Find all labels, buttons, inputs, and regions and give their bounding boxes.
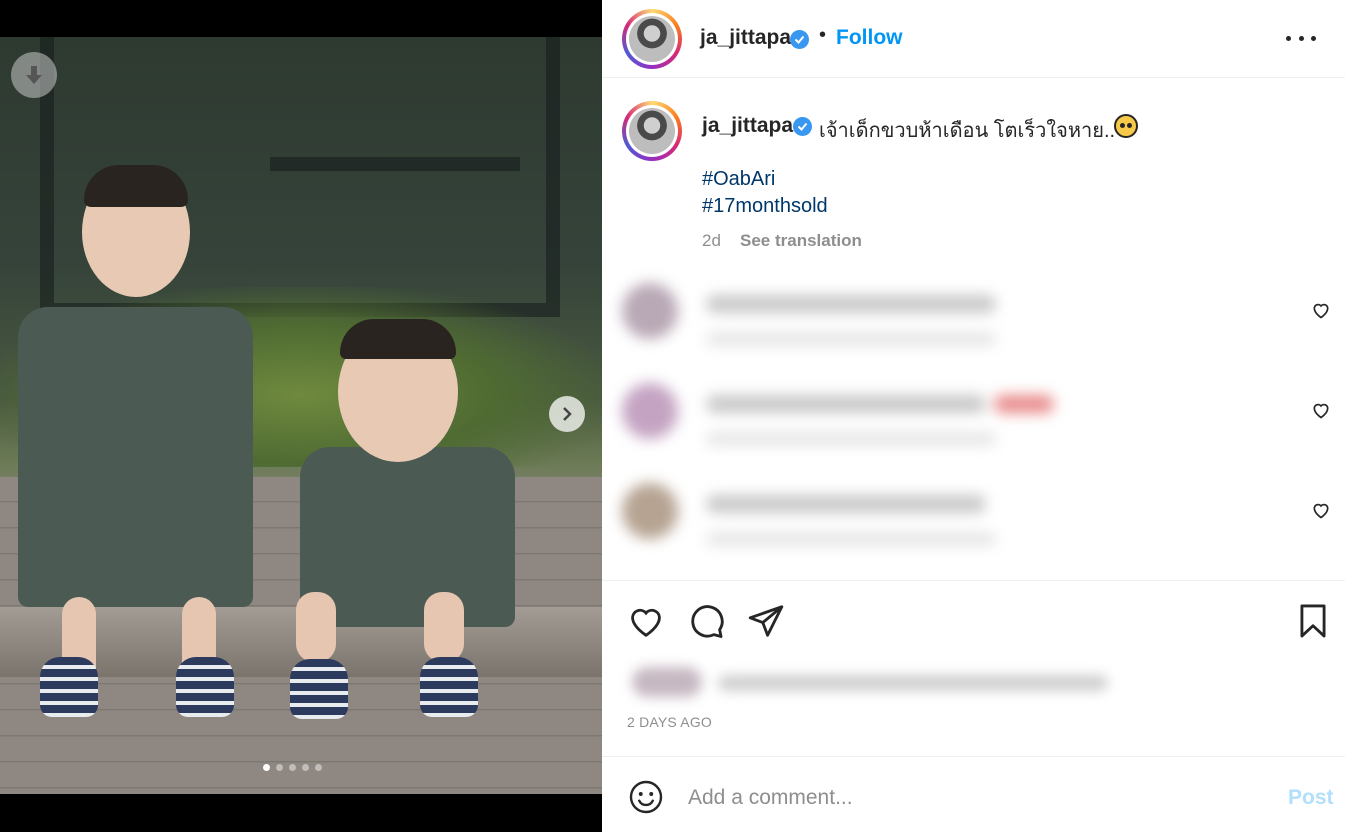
post-photo — [0, 37, 602, 794]
ellipsis-icon — [1286, 35, 1291, 41]
comment-list-blurred — [614, 275, 1054, 555]
post-header: ja_jittapa • Follow — [602, 0, 1345, 78]
caption-timestamp[interactable]: 2d — [702, 231, 721, 251]
shoe — [176, 657, 234, 717]
liked-by-blurred — [628, 665, 1118, 701]
bookmark-icon[interactable] — [1294, 602, 1332, 640]
background-window-bar — [270, 157, 520, 171]
child-left-hair — [84, 165, 188, 207]
post-age[interactable]: 2 DAYS AGO — [627, 714, 712, 730]
post-media — [0, 0, 602, 832]
hashtag-link[interactable]: #OabAri — [702, 168, 775, 191]
child-right-leg — [296, 592, 336, 662]
comment-like-heart-icon[interactable] — [1311, 300, 1331, 320]
profile-picture — [629, 16, 675, 62]
header-username[interactable]: ja_jittapa — [700, 26, 791, 50]
shoe — [290, 659, 348, 719]
slide-dot — [289, 764, 296, 771]
avatar[interactable] — [622, 101, 682, 161]
follow-button[interactable]: Follow — [836, 26, 903, 50]
slide-indicator — [263, 764, 322, 771]
profile-picture — [629, 108, 675, 154]
child-right-leg — [424, 592, 464, 662]
comment-item — [614, 375, 1254, 465]
child-right-hair — [340, 319, 456, 359]
see-translation-button[interactable]: See translation — [740, 231, 862, 251]
slide-dot — [302, 764, 309, 771]
paper-plane-icon[interactable] — [747, 602, 785, 640]
next-slide-button[interactable] — [549, 396, 585, 432]
separator-dot: • — [819, 24, 827, 46]
comment-like-heart-icon[interactable] — [1311, 500, 1331, 520]
slide-dot — [315, 764, 322, 771]
slide-dot — [276, 764, 283, 771]
caption-text: เจ้าเด็กขวบห้าเดือน โตเร็วใจหาย.. — [819, 120, 1116, 142]
shoe — [420, 657, 478, 717]
hashtag-link[interactable]: #17monthsold — [702, 195, 828, 218]
avatar[interactable] — [622, 9, 682, 69]
arrow-down-icon — [26, 66, 42, 84]
verified-badge-icon — [793, 117, 812, 136]
caption-username[interactable]: ja_jittapa — [702, 114, 793, 138]
post-side-panel: ja_jittapa • Follow ja_jittapa เจ้าเด็กข… — [602, 0, 1345, 832]
comment-like-heart-icon[interactable] — [1311, 400, 1331, 420]
comment-item — [614, 475, 1254, 565]
comment-bubble-icon[interactable] — [687, 602, 725, 640]
post-comment-button[interactable]: Post — [1288, 786, 1334, 810]
slide-dot — [263, 764, 270, 771]
child-left-body — [18, 307, 253, 607]
comment-item — [614, 275, 1254, 365]
pleading-face-emoji-icon — [1114, 114, 1138, 138]
verified-badge-icon — [790, 30, 809, 49]
divider — [602, 580, 1345, 581]
emoji-smile-icon[interactable] — [628, 779, 664, 815]
heart-icon[interactable] — [627, 602, 665, 640]
download-button[interactable] — [11, 52, 57, 98]
divider — [602, 756, 1345, 757]
comment-input[interactable] — [688, 784, 1268, 812]
more-options-button[interactable] — [1286, 28, 1316, 48]
chevron-right-icon — [563, 407, 572, 421]
shoe — [40, 657, 98, 717]
